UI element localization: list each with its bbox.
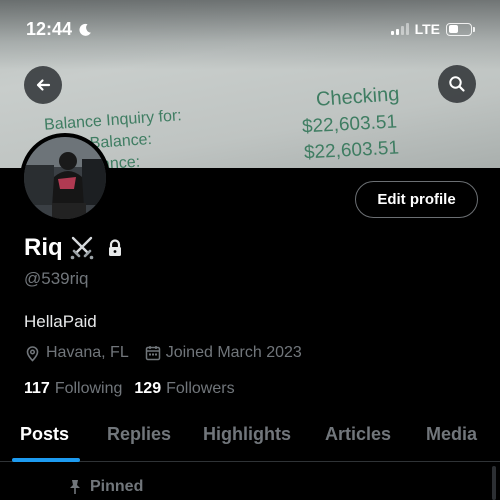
receipt-value: $22,603.51: [301, 111, 398, 138]
location: Havana, FL: [24, 344, 129, 362]
tab-posts[interactable]: Posts: [20, 424, 69, 445]
active-tab-indicator: [12, 458, 80, 462]
calendar-icon: [145, 346, 160, 361]
arrow-left-icon: [36, 79, 51, 91]
lock-icon: [108, 239, 121, 256]
bio: HellaPaid: [24, 312, 97, 331]
tab-highlights[interactable]: Highlights: [203, 424, 291, 445]
join-date-text: Joined March 2023: [165, 344, 302, 361]
followers-count: 129: [134, 380, 162, 397]
following-link[interactable]: 117 Following: [24, 380, 122, 398]
tab-media[interactable]: Media: [426, 424, 477, 445]
network-label: LTE: [414, 21, 440, 37]
search-icon: [449, 76, 465, 92]
followers-label: Followers: [166, 380, 235, 397]
crossed-swords-icon: [70, 236, 93, 260]
back-button[interactable]: [24, 66, 62, 104]
tab-replies[interactable]: Replies: [107, 424, 171, 445]
receipt-value: $22,603.51: [303, 137, 400, 164]
avatar-photo: [24, 137, 106, 219]
display-name: Riq: [24, 234, 63, 261]
avatar[interactable]: [20, 133, 110, 223]
clock-time: 12:44: [26, 19, 73, 39]
cellular-signal-icon: [390, 23, 409, 35]
profile-tabs: Posts Replies Highlights Articles Media: [0, 420, 500, 462]
search-button[interactable]: [438, 65, 476, 103]
name-row: Riq: [24, 234, 125, 262]
status-bar-time: 12:44: [26, 19, 92, 40]
receipt-header: Checking: [315, 83, 401, 111]
receipt-line: Balance Inquiry for:: [43, 107, 183, 134]
pinned-label: Pinned: [68, 478, 143, 496]
moon-icon: [79, 23, 91, 36]
user-handle: @539riq: [24, 269, 89, 288]
pin-icon: [70, 480, 80, 494]
join-date: Joined March 2023: [145, 344, 302, 362]
follow-stats: 117 Following 129 Followers: [24, 380, 235, 398]
scrollbar[interactable]: [492, 466, 496, 500]
location-text: Havana, FL: [46, 344, 129, 361]
pinned-text: Pinned: [90, 478, 144, 495]
location-pin-icon: [26, 345, 39, 362]
following-count: 117: [24, 380, 50, 397]
following-label: Following: [54, 380, 123, 397]
profile-meta: Havana, FL Joined March 2023: [24, 344, 302, 362]
battery-icon: [446, 22, 475, 36]
tab-articles[interactable]: Articles: [325, 424, 391, 445]
followers-link[interactable]: 129 Followers: [134, 380, 234, 398]
status-bar-indicators: LTE: [390, 21, 475, 37]
edit-profile-button[interactable]: Edit profile: [355, 181, 478, 218]
